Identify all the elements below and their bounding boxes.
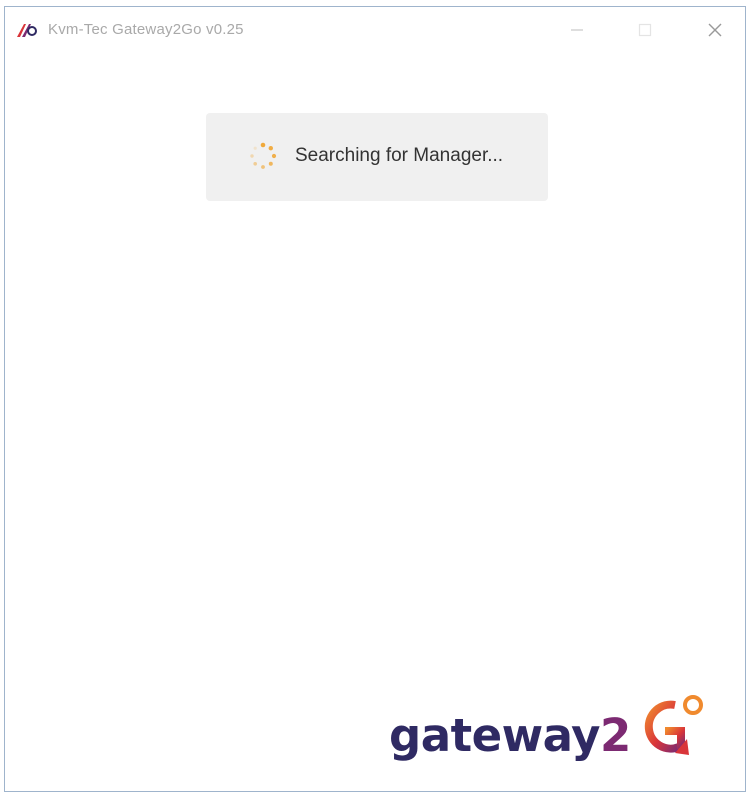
close-button[interactable] [695,15,735,45]
minimize-button[interactable] [557,15,597,45]
maximize-icon [638,23,652,37]
status-toast: Searching for Manager... [206,113,548,201]
close-icon [708,23,722,37]
app-logo-icon [17,24,37,37]
logo-wordmark: gateway2 [389,713,631,758]
gateway2go-logo: gateway2 [389,683,729,783]
app-window: Kvm-Tec Gateway2Go v0.25 Searching for M… [4,6,746,792]
status-message: Searching for Manager... [295,145,504,166]
window-title: Kvm-Tec Gateway2Go v0.25 [48,21,244,38]
maximize-button[interactable] [625,15,665,45]
logo-two: 2 [600,709,631,762]
title-bar[interactable]: Kvm-Tec Gateway2Go v0.25 [5,7,745,53]
logo-word: gateway [389,709,601,762]
minimize-icon [571,29,583,31]
logo-go-mark-icon [644,695,703,755]
loading-spinner-icon [250,142,277,169]
